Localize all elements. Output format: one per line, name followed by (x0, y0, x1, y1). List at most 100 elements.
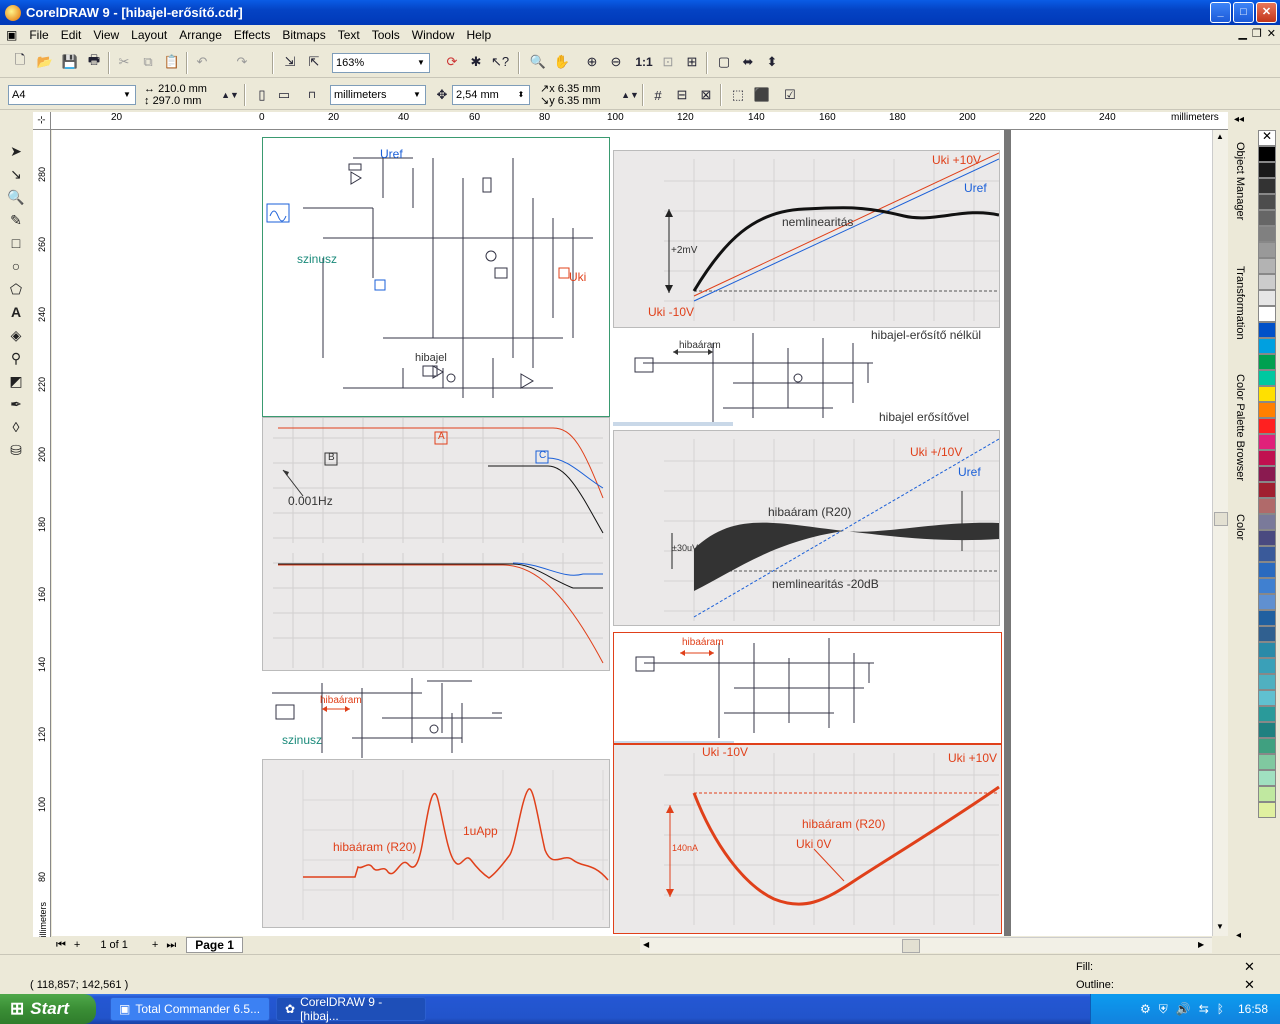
shield-icon[interactable]: ⛨ (1159, 1002, 1168, 1017)
color-swatch[interactable] (1258, 178, 1276, 194)
snap-to-guidelines-icon[interactable]: ⊟ (672, 85, 692, 105)
units-combo[interactable]: millimeters ▼ (330, 85, 426, 105)
color-swatch[interactable] (1258, 786, 1276, 802)
scroll-right-icon[interactable]: ▶ (1198, 940, 1204, 949)
color-swatch[interactable] (1258, 322, 1276, 338)
menu-file[interactable]: File (23, 25, 54, 45)
undo-icon[interactable]: ↶ (192, 52, 212, 72)
color-swatch[interactable] (1258, 546, 1276, 562)
zoom-combo[interactable]: 163% ▼ (332, 53, 430, 73)
doc-close-icon[interactable]: ✕ (1267, 27, 1276, 40)
schematic-small-left[interactable]: hibaáram szinusz (262, 673, 610, 759)
paper-height-field[interactable]: ↕ 297.0 mm (144, 95, 201, 107)
duplicate-x-field[interactable]: ↗x 6.35 mm (540, 83, 601, 95)
print-icon[interactable]: 🖶 (84, 52, 104, 72)
vertical-scrollbar[interactable]: ▲ ▼ (1212, 130, 1228, 936)
zoom-page-width-icon[interactable]: ⬌ (738, 52, 758, 72)
nonlinearity-plot[interactable]: Uki +10V Uref nemlinearitás +2mV Uki -10… (613, 150, 1000, 328)
scroll-down-icon[interactable]: ▼ (1216, 922, 1224, 931)
color-swatch[interactable] (1258, 210, 1276, 226)
color-swatch[interactable] (1258, 194, 1276, 210)
zoom-actual-icon[interactable]: 1:1 (634, 52, 654, 72)
ellipse-tool-icon[interactable]: ○ (3, 255, 29, 277)
interactive-fill-icon[interactable]: ◈ (3, 324, 29, 346)
snap-to-grid-icon[interactable]: # (648, 85, 668, 105)
menu-effects[interactable]: Effects (228, 25, 276, 45)
zoom-page-height-icon[interactable]: ⬍ (762, 52, 782, 72)
color-swatch[interactable] (1258, 306, 1276, 322)
color-swatch[interactable] (1258, 402, 1276, 418)
docker-color[interactable]: Color (1234, 514, 1246, 540)
color-swatch[interactable] (1258, 274, 1276, 290)
docker-color-palette-browser[interactable]: Color Palette Browser (1234, 374, 1246, 481)
close-button[interactable]: ✕ (1256, 2, 1277, 23)
color-swatch[interactable] (1258, 722, 1276, 738)
nudge-offset-field[interactable]: 2,54 mm ⬍ (452, 85, 530, 105)
error-current-time-plot[interactable]: hibaáram (R20) 1uApp (262, 759, 610, 928)
horizontal-ruler[interactable]: 20 0 20 40 60 80 100 120 140 160 180 200… (51, 112, 1228, 130)
docker-collapse-bottom-icon[interactable]: ◂ (1236, 930, 1241, 941)
treat-as-filled-icon[interactable]: ⬚ (728, 85, 748, 105)
error-current-sweep-plot[interactable]: Uki -10V Uki +10V hibaáram (R20) Uki 0V … (613, 744, 1002, 934)
color-swatch[interactable] (1258, 338, 1276, 354)
menu-view[interactable]: View (87, 25, 125, 45)
interactive-blend-icon[interactable]: ◩ (3, 370, 29, 392)
new-icon[interactable]: 🗋 (10, 52, 30, 72)
color-swatch[interactable] (1258, 450, 1276, 466)
color-swatch[interactable] (1258, 754, 1276, 770)
pan-tool-icon[interactable]: ✋ (552, 52, 572, 72)
rectangle-tool-icon[interactable]: □ (3, 232, 29, 254)
color-swatch[interactable] (1258, 738, 1276, 754)
color-swatch[interactable] (1258, 658, 1276, 674)
options-icon[interactable]: ☑ (780, 85, 800, 105)
color-swatch[interactable] (1258, 242, 1276, 258)
color-swatch[interactable] (1258, 642, 1276, 658)
menu-window[interactable]: Window (406, 25, 461, 45)
minimize-button[interactable]: _ (1210, 2, 1231, 23)
menu-arrange[interactable]: Arrange (173, 25, 228, 45)
color-swatch[interactable] (1258, 290, 1276, 306)
shape-tool-icon[interactable]: ↘ (3, 163, 29, 185)
color-swatch[interactable] (1258, 258, 1276, 274)
bluetooth-icon[interactable]: ᛒ (1217, 1002, 1224, 1016)
outline-tool-icon[interactable]: ✒ (3, 393, 29, 415)
polygon-tool-icon[interactable]: ⬠ (3, 278, 29, 300)
error-current-plot[interactable]: Uki +/10V Uref hibaáram (R20) ±30uV neml… (613, 430, 1000, 626)
color-swatch[interactable] (1258, 370, 1276, 386)
color-swatch[interactable] (1258, 514, 1276, 530)
maximize-button[interactable]: □ (1233, 2, 1254, 23)
docker-transformation[interactable]: Transformation (1234, 266, 1246, 340)
vertical-scroll-thumb[interactable] (1214, 512, 1228, 526)
start-button[interactable]: ⊞ Start (0, 994, 96, 1024)
network-icon[interactable]: ⇆ (1199, 1002, 1209, 1016)
drawing-canvas[interactable]: Uref szinusz Uki hibajel A B C 0.001Hz h… (52, 130, 1212, 936)
zoom-page-icon[interactable]: ▢ (714, 52, 734, 72)
freehand-tool-icon[interactable]: ✎ (3, 209, 29, 231)
color-swatch[interactable] (1258, 386, 1276, 402)
spinner-icon[interactable]: ▲▼ (220, 85, 240, 105)
color-swatch[interactable] (1258, 770, 1276, 786)
menu-bitmaps[interactable]: Bitmaps (276, 25, 331, 45)
color-swatch[interactable] (1258, 562, 1276, 578)
vertical-ruler[interactable]: 280 260 240 220 200 180 160 140 120 100 … (33, 130, 51, 937)
taskbar-item-total-commander[interactable]: ▣ Total Commander 6.5... (110, 997, 270, 1021)
menu-edit[interactable]: Edit (55, 25, 88, 45)
color-swatch[interactable] (1258, 706, 1276, 722)
redo-icon[interactable]: ↷ (232, 52, 252, 72)
outline-none-icon[interactable]: ✕ (1244, 977, 1255, 993)
import-icon[interactable]: ⇲ (280, 52, 300, 72)
export-icon[interactable]: ⇱ (304, 52, 324, 72)
application-launcher-icon[interactable]: ⟳ (442, 52, 462, 72)
last-page-icon[interactable]: ⏭ (166, 939, 176, 952)
schematic-without-amp[interactable]: hibajel-erősítő nélkül hibajel erősítőve… (613, 328, 1000, 428)
whats-this-icon[interactable]: ↖? (490, 52, 510, 72)
color-swatch[interactable] (1258, 594, 1276, 610)
open-icon[interactable]: 📂 (35, 52, 55, 72)
copy-icon[interactable]: ⧉ (138, 52, 158, 72)
first-page-icon[interactable]: ⏮ (56, 939, 66, 952)
volume-icon[interactable]: 🔊 (1176, 1002, 1191, 1016)
color-swatch[interactable] (1258, 466, 1276, 482)
scroll-left-icon[interactable]: ◀ (643, 940, 649, 949)
draw-to-layer-icon[interactable]: ⬛ (752, 85, 772, 105)
color-swatch[interactable] (1258, 530, 1276, 546)
